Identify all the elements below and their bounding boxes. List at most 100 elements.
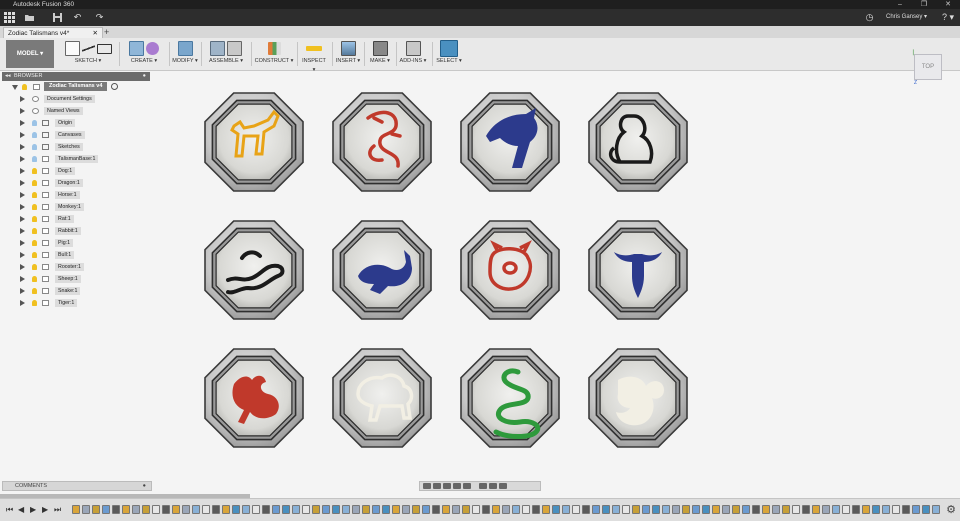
collapse-icon[interactable]: ◂◂ bbox=[5, 72, 11, 81]
expand-icon[interactable] bbox=[20, 228, 25, 234]
timeline-feature-icon[interactable] bbox=[912, 505, 920, 514]
display-settings-icon[interactable] bbox=[479, 483, 487, 489]
joint-icon[interactable] bbox=[227, 41, 242, 56]
expand-icon[interactable] bbox=[20, 276, 25, 282]
timeline-feature-icon[interactable] bbox=[542, 505, 550, 514]
timeline-feature-icon[interactable] bbox=[312, 505, 320, 514]
visibility-bulb-icon[interactable] bbox=[32, 204, 37, 210]
browser-item-named-views[interactable]: Named Views bbox=[2, 105, 150, 117]
timeline-feature-icon[interactable] bbox=[142, 505, 150, 514]
visibility-bulb-icon[interactable] bbox=[32, 240, 37, 246]
line-icon[interactable] bbox=[81, 42, 95, 55]
comments-options-icon[interactable]: ● bbox=[143, 482, 146, 491]
timeline-feature-icon[interactable] bbox=[892, 505, 900, 514]
timeline-feature-icon[interactable] bbox=[522, 505, 530, 514]
browser-header[interactable]: ◂◂ BROWSER ● bbox=[2, 72, 150, 81]
talisman-pig[interactable] bbox=[456, 216, 564, 324]
timeline-feature-icon[interactable] bbox=[132, 505, 140, 514]
timeline-feature-icon[interactable] bbox=[222, 505, 230, 514]
timeline-feature-icon[interactable] bbox=[442, 505, 450, 514]
sphere-icon[interactable] bbox=[146, 42, 159, 55]
browser-item-tiger-1[interactable]: Tiger:1 bbox=[2, 297, 150, 309]
measure-icon[interactable] bbox=[306, 46, 322, 51]
timeline-feature-icon[interactable] bbox=[162, 505, 170, 514]
create-group[interactable]: CREATE ▾ bbox=[122, 40, 166, 68]
timeline-feature-icon[interactable] bbox=[472, 505, 480, 514]
visibility-bulb-icon[interactable] bbox=[32, 144, 37, 150]
grid-settings-icon[interactable] bbox=[489, 483, 497, 489]
timeline-feature-icon[interactable] bbox=[302, 505, 310, 514]
expand-icon[interactable] bbox=[20, 180, 25, 186]
insert-group[interactable]: INSERT ▾ bbox=[335, 40, 361, 68]
browser-item-dog-1[interactable]: Dog:1 bbox=[2, 165, 150, 177]
browser-item-bull-1[interactable]: Bull:1 bbox=[2, 249, 150, 261]
look-at-icon[interactable] bbox=[433, 483, 441, 489]
timeline-feature-icon[interactable] bbox=[782, 505, 790, 514]
visibility-bulb-icon[interactable] bbox=[32, 300, 37, 306]
timeline-feature-icon[interactable] bbox=[922, 505, 930, 514]
browser-item-document-settings[interactable]: Document Settings bbox=[2, 93, 150, 105]
comments-panel[interactable]: COMMENTS ● bbox=[2, 481, 152, 491]
expand-icon[interactable] bbox=[20, 168, 25, 174]
go-to-end-icon[interactable]: ⏭ bbox=[54, 506, 61, 514]
browser-options-icon[interactable]: ● bbox=[143, 72, 146, 81]
make-group[interactable]: MAKE ▾ bbox=[367, 40, 393, 68]
maximize-button[interactable]: ❐ bbox=[912, 0, 936, 9]
timeline-feature-icon[interactable] bbox=[272, 505, 280, 514]
workspace-switcher[interactable]: MODEL ▾ bbox=[6, 40, 54, 68]
canvas-viewport[interactable] bbox=[150, 72, 960, 482]
talisman-model[interactable] bbox=[456, 88, 564, 196]
browser-item-rabbit-1[interactable]: Rabbit:1 bbox=[2, 225, 150, 237]
timeline-feature-icon[interactable] bbox=[572, 505, 580, 514]
timeline-feature-icon[interactable] bbox=[592, 505, 600, 514]
timeline-feature-icon[interactable] bbox=[852, 505, 860, 514]
timeline-feature-icon[interactable] bbox=[402, 505, 410, 514]
scripts-icon[interactable] bbox=[405, 41, 421, 56]
viewports-icon[interactable] bbox=[499, 483, 507, 489]
talisman-model[interactable] bbox=[200, 88, 308, 196]
visibility-bulb-icon[interactable] bbox=[32, 216, 37, 222]
talisman-model[interactable] bbox=[328, 88, 436, 196]
timeline-feature-icon[interactable] bbox=[512, 505, 520, 514]
talisman-model[interactable] bbox=[584, 344, 692, 452]
timeline-feature-icon[interactable] bbox=[122, 505, 130, 514]
expand-icon[interactable] bbox=[20, 288, 25, 294]
timeline-feature-icon[interactable] bbox=[812, 505, 820, 514]
timeline-feature-icon[interactable] bbox=[762, 505, 770, 514]
activate-radio-icon[interactable] bbox=[111, 83, 118, 90]
orbit-icon[interactable] bbox=[423, 483, 431, 489]
timeline-feature-icon[interactable] bbox=[432, 505, 440, 514]
grid-icon[interactable] bbox=[4, 12, 15, 23]
browser-item-sheep-1[interactable]: Sheep:1 bbox=[2, 273, 150, 285]
timeline-feature-icon[interactable] bbox=[902, 505, 910, 514]
construct-group[interactable]: CONSTRUCT ▾ bbox=[254, 40, 294, 68]
3d-print-icon[interactable] bbox=[372, 41, 388, 56]
timeline-feature-icon[interactable] bbox=[452, 505, 460, 514]
visibility-bulb-icon[interactable] bbox=[32, 156, 37, 162]
visibility-bulb-icon[interactable] bbox=[32, 252, 37, 258]
visibility-bulb-icon[interactable] bbox=[32, 288, 37, 294]
expand-icon[interactable] bbox=[20, 144, 25, 150]
timeline-feature-icon[interactable] bbox=[482, 505, 490, 514]
talisman-model[interactable] bbox=[328, 344, 436, 452]
expand-icon[interactable] bbox=[20, 156, 25, 162]
timeline-feature-icon[interactable] bbox=[252, 505, 260, 514]
visibility-bulb-icon[interactable] bbox=[32, 120, 37, 126]
browser-item-canvases[interactable]: Canvases bbox=[2, 129, 150, 141]
expand-icon[interactable] bbox=[20, 240, 25, 246]
pan-icon[interactable] bbox=[443, 483, 451, 489]
sketch-icon[interactable] bbox=[64, 41, 80, 56]
browser-item-origin[interactable]: Origin bbox=[2, 117, 150, 129]
timeline-feature-icon[interactable] bbox=[212, 505, 220, 514]
talisman-model[interactable] bbox=[456, 216, 564, 324]
timeline-feature-icon[interactable] bbox=[282, 505, 290, 514]
timeline-feature-icon[interactable] bbox=[552, 505, 560, 514]
talisman-model[interactable] bbox=[456, 344, 564, 452]
talisman-dog[interactable] bbox=[200, 88, 308, 196]
add-ins-group[interactable]: ADD-INS ▾ bbox=[398, 40, 428, 68]
timeline-feature-icon[interactable] bbox=[202, 505, 210, 514]
timeline-feature-icon[interactable] bbox=[582, 505, 590, 514]
talisman-sheep[interactable] bbox=[328, 344, 436, 452]
expand-icon[interactable] bbox=[20, 300, 25, 306]
select-group[interactable]: SELECT ▾ bbox=[435, 40, 463, 68]
